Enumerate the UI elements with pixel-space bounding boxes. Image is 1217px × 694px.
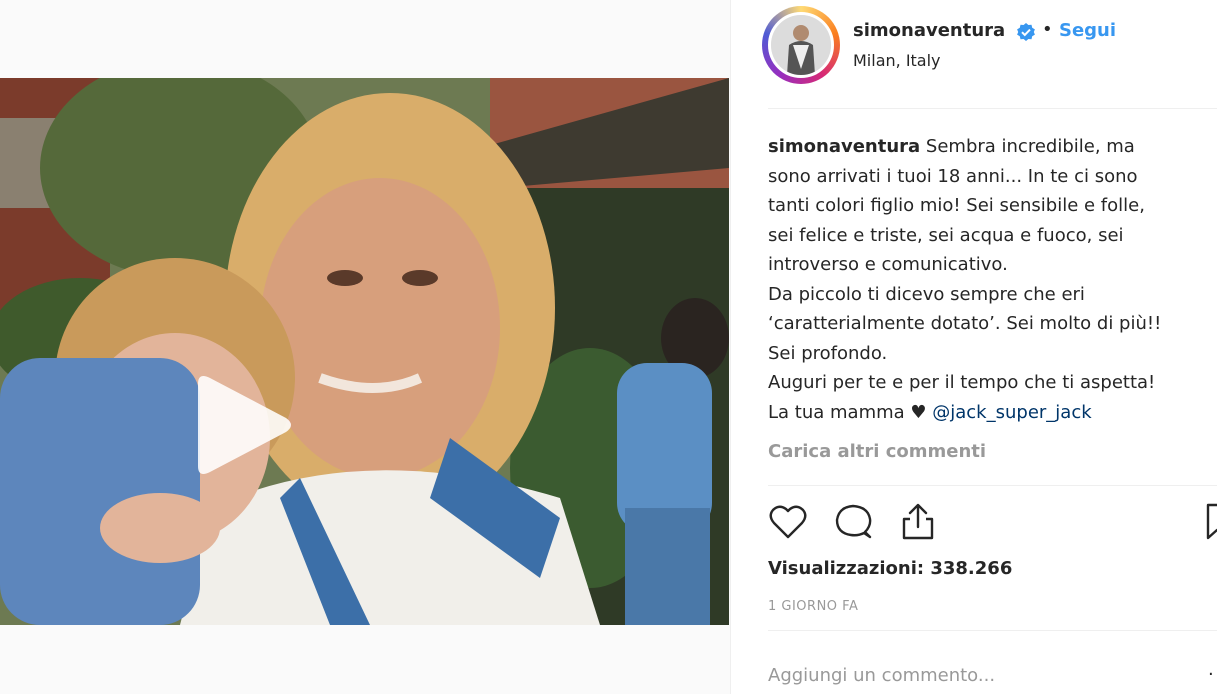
avatar-image [771, 15, 831, 75]
heart-icon[interactable] [766, 500, 810, 544]
caption-line: sono arrivati i tuoi 18 anni... In te ci… [768, 165, 1138, 187]
caption-line: Auguri per te e per il tempo che ti aspe… [768, 372, 1156, 393]
play-icon[interactable] [190, 370, 300, 480]
post-caption: simonaventura Sembra incredibile, ma son… [768, 132, 1208, 427]
view-count[interactable]: Visualizzazioni: 338.266 [768, 558, 1012, 579]
comment-divider [768, 630, 1217, 631]
follow-button[interactable]: Segui [1059, 20, 1116, 41]
caption-line: introverso e comunicativo. [768, 254, 1008, 275]
caption-username[interactable]: simonaventura [768, 136, 920, 157]
bookmark-icon[interactable] [1205, 500, 1217, 544]
verified-badge-icon [1017, 23, 1035, 41]
load-more-comments-button[interactable]: Carica altri commenti [768, 441, 986, 462]
mention-link[interactable]: @jack_super_jack [932, 402, 1091, 423]
video-frame [0, 78, 729, 625]
header-separator: • [1042, 19, 1053, 40]
comment-input[interactable] [768, 660, 1188, 690]
post-timestamp[interactable]: 1 GIORNO FA [768, 599, 858, 614]
caption-line: sei felice e triste, sei acqua e fuoco, … [768, 224, 1124, 246]
caption-line: Sembra incredibile, ma [925, 136, 1135, 157]
share-icon[interactable] [896, 500, 940, 544]
more-options-icon[interactable]: · [1208, 664, 1214, 685]
avatar[interactable] [768, 12, 834, 78]
caption-line: tanti colori figlio mio! Sei sensibile e… [768, 195, 1145, 216]
actions-divider [768, 485, 1217, 486]
caption-line: ‘caratterialmente dotato’. Sei molto di … [768, 313, 1162, 334]
caption-line: La tua mamma ♥ [768, 401, 933, 423]
post-location[interactable]: Milan, Italy [853, 51, 941, 70]
comment-icon[interactable] [831, 500, 875, 544]
post-author-username[interactable]: simonaventura [853, 20, 1005, 41]
header-divider [768, 108, 1217, 109]
caption-line: Da piccolo ti dicevo sempre che eri [768, 283, 1085, 305]
video-player[interactable] [0, 78, 729, 625]
caption-line: Sei profondo. [768, 342, 888, 364]
